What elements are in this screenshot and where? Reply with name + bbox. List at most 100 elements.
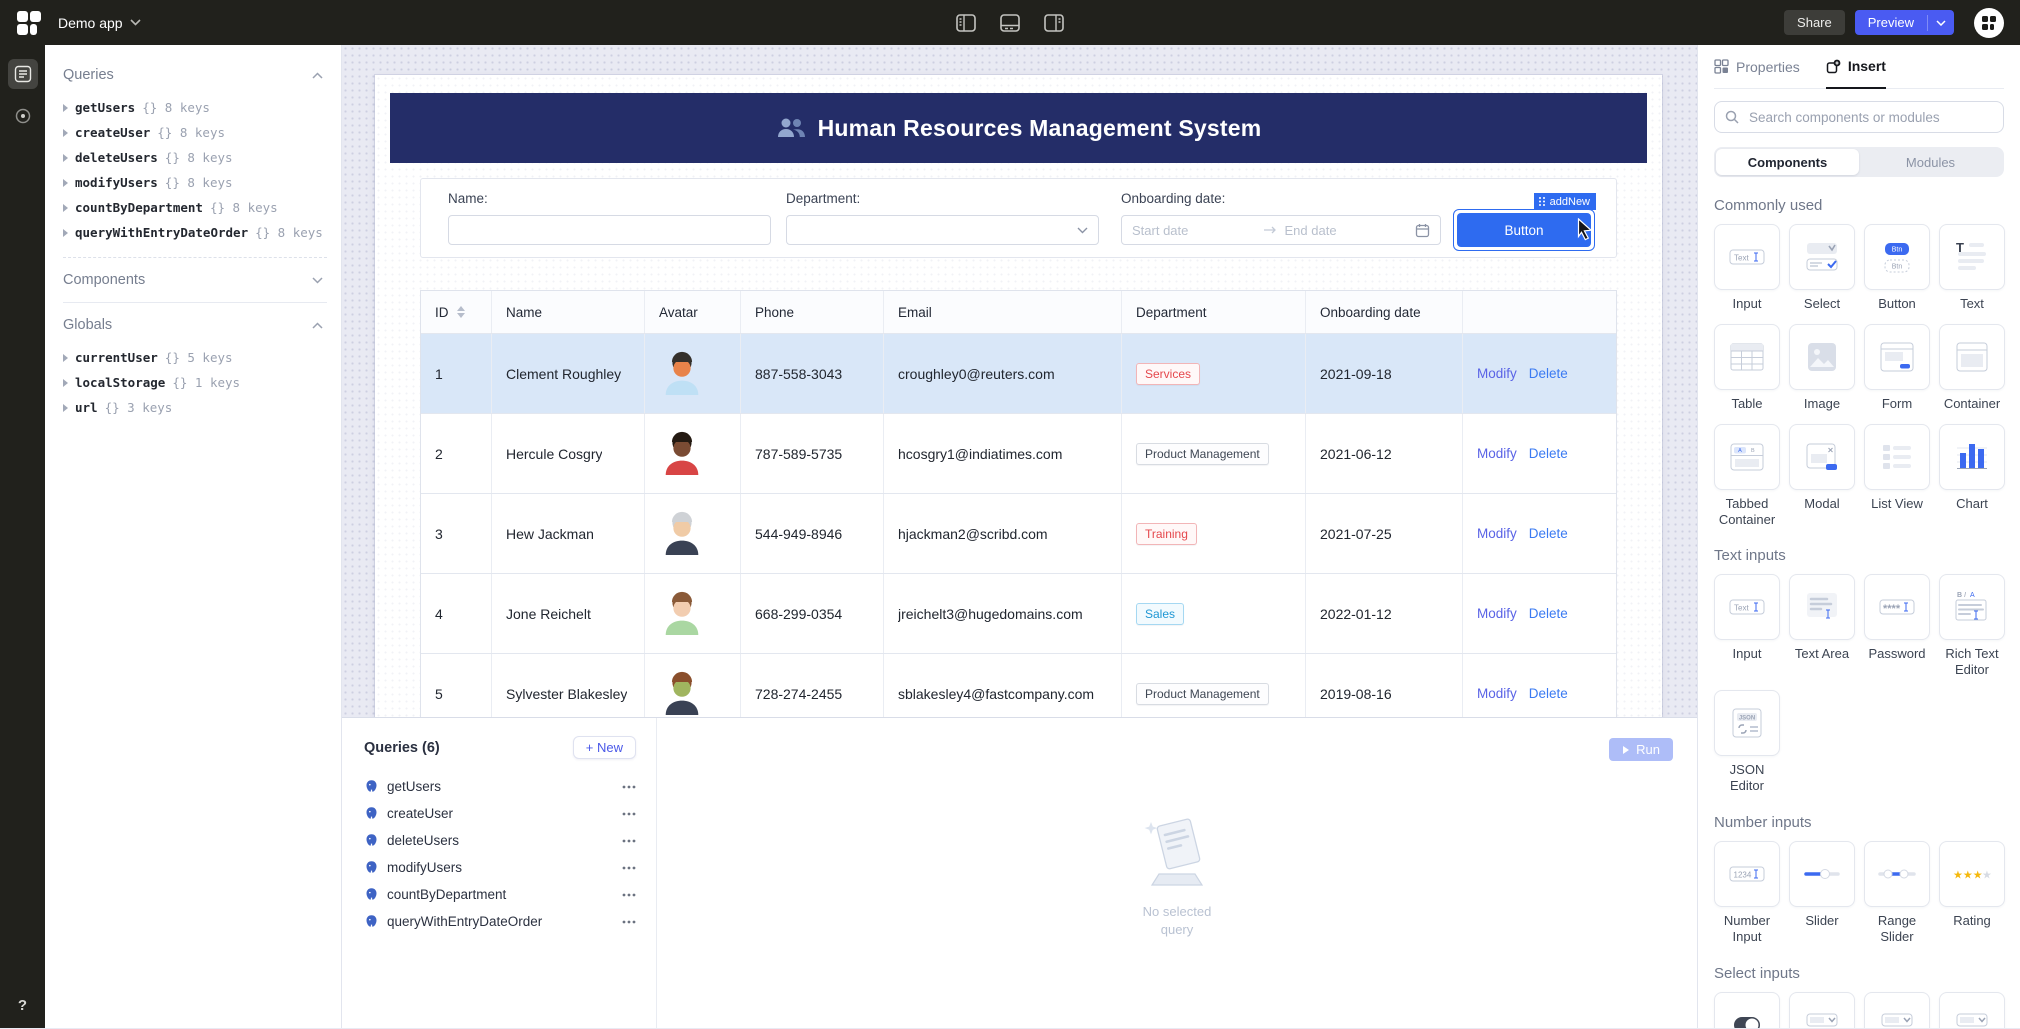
- new-query-button[interactable]: + New: [573, 736, 636, 759]
- state-tree-button[interactable]: [8, 59, 38, 89]
- column-header-Avatar[interactable]: Avatar: [645, 291, 741, 333]
- delete-link[interactable]: Delete: [1529, 606, 1568, 621]
- component-tile-dropdown[interactable]: [1789, 992, 1855, 1028]
- component-tile-number-input[interactable]: 1234Number Input: [1714, 841, 1780, 945]
- run-query-button[interactable]: Run: [1609, 738, 1673, 761]
- column-header-Email[interactable]: Email: [884, 291, 1122, 333]
- component-tile-modal[interactable]: Modal: [1789, 424, 1855, 528]
- query-list-item-getUsers[interactable]: getUsers: [364, 773, 636, 800]
- toggle-bottom-panel-icon[interactable]: [999, 12, 1021, 34]
- retool-logo-icon[interactable]: [16, 10, 42, 36]
- query-list-item-deleteUsers[interactable]: deleteUsers: [364, 827, 636, 854]
- component-tile-input[interactable]: TextInput: [1714, 574, 1780, 678]
- query-list-item-countByDepartment[interactable]: countByDepartment: [364, 881, 636, 908]
- modify-link[interactable]: Modify: [1477, 446, 1517, 461]
- component-tile-toggle[interactable]: [1714, 992, 1780, 1028]
- component-tile-input[interactable]: TextInput: [1714, 224, 1780, 312]
- tab-insert[interactable]: Insert: [1826, 45, 1886, 89]
- column-header-ID[interactable]: ID: [421, 291, 492, 333]
- component-tile-rich-text-editor[interactable]: BIARich Text Editor: [1939, 574, 2005, 678]
- query-menu-icon[interactable]: [622, 839, 636, 843]
- component-tile-dropdown[interactable]: [1939, 992, 2005, 1028]
- calendar-icon[interactable]: [1415, 223, 1430, 238]
- department-filter-select[interactable]: [786, 215, 1099, 245]
- query-node-queryWithEntryDateOrder[interactable]: queryWithEntryDateOrder{} 8 keys: [63, 220, 327, 245]
- table-row[interactable]: 4Jone Reichelt668-299-0354jreichelt3@hug…: [421, 573, 1616, 653]
- query-node-getUsers[interactable]: getUsers{} 8 keys: [63, 95, 327, 120]
- query-menu-icon[interactable]: [622, 785, 636, 789]
- preview-dropdown-button[interactable]: [1927, 15, 1954, 31]
- editor-canvas[interactable]: Human Resources Management System Name: …: [342, 45, 1697, 717]
- toggle-right-panel-icon[interactable]: [1043, 12, 1065, 34]
- query-list-item-queryWithEntryDateOrder[interactable]: queryWithEntryDateOrder: [364, 908, 636, 935]
- column-header-Name[interactable]: Name: [492, 291, 645, 333]
- query-node-createUser[interactable]: createUser{} 8 keys: [63, 120, 327, 145]
- delete-link[interactable]: Delete: [1529, 366, 1568, 381]
- query-node-deleteUsers[interactable]: deleteUsers{} 8 keys: [63, 145, 327, 170]
- query-menu-icon[interactable]: [622, 920, 636, 924]
- component-tile-container[interactable]: Container: [1939, 324, 2005, 412]
- column-header-Onboarding date[interactable]: Onboarding date: [1306, 291, 1463, 333]
- component-search-input[interactable]: [1747, 109, 1993, 126]
- global-node-currentUser[interactable]: currentUser{} 5 keys: [63, 345, 327, 370]
- component-tile-form[interactable]: Form: [1864, 324, 1930, 412]
- table-row[interactable]: 2Hercule Cosgry787-589-5735hcosgry1@indi…: [421, 413, 1616, 493]
- column-header-Phone[interactable]: Phone: [741, 291, 884, 333]
- component-tile-password[interactable]: ****Password: [1864, 574, 1930, 678]
- query-list-item-modifyUsers[interactable]: modifyUsers: [364, 854, 636, 881]
- global-node-url[interactable]: url{} 3 keys: [63, 395, 327, 420]
- component-tile-dropdown[interactable]: [1864, 992, 1930, 1028]
- focus-button[interactable]: [8, 101, 38, 131]
- column-header-actions[interactable]: [1463, 291, 1616, 333]
- component-tile-text-area[interactable]: Text Area: [1789, 574, 1855, 678]
- delete-link[interactable]: Delete: [1529, 526, 1568, 541]
- share-button[interactable]: Share: [1784, 10, 1845, 35]
- table-row[interactable]: 3Hew Jackman544-949-8946hjackman2@scribd…: [421, 493, 1616, 573]
- query-menu-icon[interactable]: [622, 812, 636, 816]
- add-new-button[interactable]: Button: [1457, 213, 1591, 247]
- hrm-header-banner[interactable]: Human Resources Management System: [390, 93, 1647, 163]
- component-tile-json-editor[interactable]: JSONJSON Editor: [1714, 690, 1780, 794]
- component-tile-range-slider[interactable]: Range Slider: [1864, 841, 1930, 945]
- app-name-menu[interactable]: Demo app: [58, 15, 141, 31]
- component-tile-table[interactable]: Table: [1714, 324, 1780, 412]
- components-section-header[interactable]: Components: [63, 270, 327, 290]
- delete-link[interactable]: Delete: [1529, 446, 1568, 461]
- query-menu-icon[interactable]: [622, 866, 636, 870]
- onboarding-date-range[interactable]: Start date End date: [1121, 215, 1441, 245]
- modify-link[interactable]: Modify: [1477, 606, 1517, 621]
- segment-modules[interactable]: Modules: [1859, 149, 2002, 175]
- component-tile-rating[interactable]: ★★★★Rating: [1939, 841, 2005, 945]
- name-filter-input[interactable]: [448, 215, 771, 245]
- queries-section-header[interactable]: Queries: [63, 65, 327, 85]
- delete-link[interactable]: Delete: [1529, 686, 1568, 701]
- account-avatar[interactable]: [1974, 8, 2004, 38]
- component-tile-select[interactable]: Select: [1789, 224, 1855, 312]
- component-tile-button[interactable]: BtnBtnButton: [1864, 224, 1930, 312]
- component-tile-tabbed-container[interactable]: ABTabbed Container: [1714, 424, 1780, 528]
- table-row[interactable]: 1Clement Roughley887-558-3043croughley0@…: [421, 333, 1616, 413]
- component-tile-slider[interactable]: Slider: [1789, 841, 1855, 945]
- component-search[interactable]: [1714, 101, 2004, 133]
- segment-components[interactable]: Components: [1716, 149, 1859, 175]
- sort-icon[interactable]: [457, 306, 465, 318]
- component-tile-chart[interactable]: Chart: [1939, 424, 2005, 528]
- query-list-item-createUser[interactable]: createUser: [364, 800, 636, 827]
- help-button[interactable]: ?: [18, 997, 27, 1014]
- modify-link[interactable]: Modify: [1477, 366, 1517, 381]
- table-row[interactable]: 5Sylvester Blakesley728-274-2455sblakesl…: [421, 653, 1616, 717]
- tab-properties[interactable]: Properties: [1714, 45, 1800, 88]
- start-date-placeholder[interactable]: Start date: [1132, 223, 1255, 238]
- component-tile-list-view[interactable]: List View: [1864, 424, 1930, 528]
- end-date-placeholder[interactable]: End date: [1285, 223, 1408, 238]
- query-node-countByDepartment[interactable]: countByDepartment{} 8 keys: [63, 195, 327, 220]
- global-node-localStorage[interactable]: localStorage{} 1 keys: [63, 370, 327, 395]
- modify-link[interactable]: Modify: [1477, 686, 1517, 701]
- toggle-left-panel-icon[interactable]: [955, 12, 977, 34]
- widget-name-tag[interactable]: addNew: [1534, 193, 1596, 210]
- query-menu-icon[interactable]: [622, 893, 636, 897]
- column-header-Department[interactable]: Department: [1122, 291, 1306, 333]
- globals-section-header[interactable]: Globals: [63, 315, 327, 335]
- component-tile-text[interactable]: TText: [1939, 224, 2005, 312]
- component-tile-image[interactable]: Image: [1789, 324, 1855, 412]
